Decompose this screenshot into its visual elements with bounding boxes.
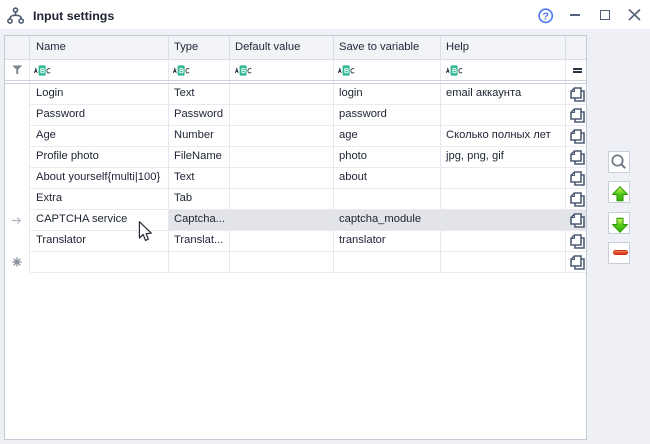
svg-text:?: ? [542, 10, 548, 22]
